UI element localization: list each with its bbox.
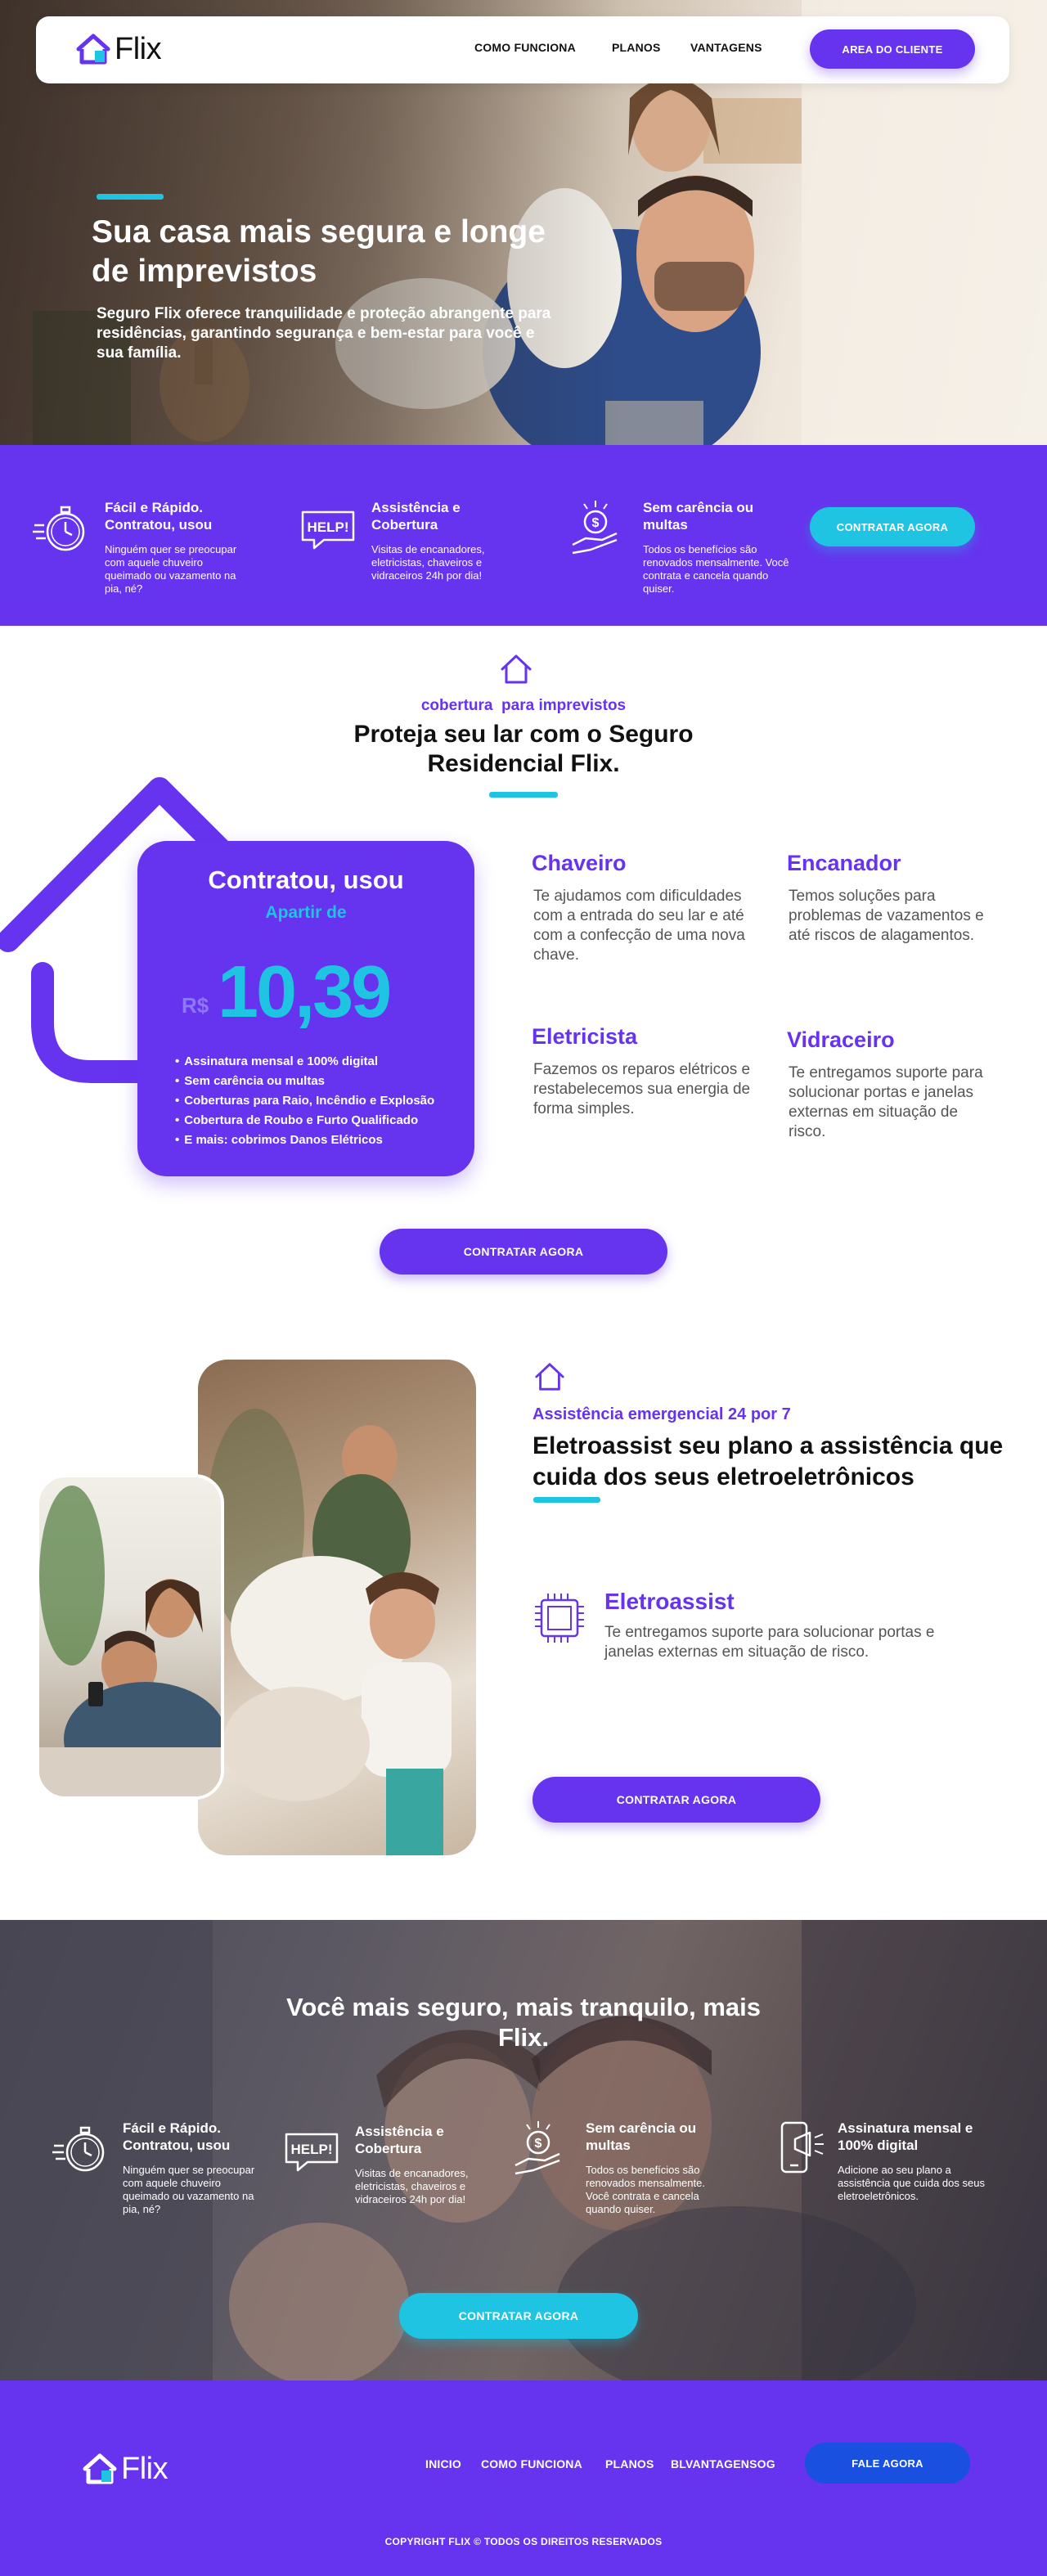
house-outline-icon	[535, 1363, 564, 1391]
footer-brand-logo[interactable]: Flix	[82, 2451, 169, 2487]
service-title-eletricista: Eletricista	[532, 1024, 638, 1049]
service-text: Temos soluções para problemas de vazamen…	[789, 888, 984, 944]
stopwatch-icon	[33, 506, 85, 551]
brand-name: Flix	[115, 31, 162, 66]
contract-now-button[interactable]: CONTRATAR AGORA	[399, 2293, 638, 2339]
coverage-eyebrow: cobertura para imprevistos	[420, 697, 627, 714]
benefit-item: E mais: cobrimos Danos Elétricos	[175, 1131, 461, 1150]
benefit-title: Sem carência ou multas	[586, 2120, 697, 2153]
client-area-button[interactable]: AREA DO CLIENTE	[810, 29, 975, 69]
contract-now-button[interactable]: CONTRATAR AGORA	[532, 1777, 820, 1823]
house-outline-icon	[501, 654, 532, 684]
price-card-subtitle: Apartir de	[265, 903, 347, 922]
benefit-title: Fácil e Rápido. Contratou, usou	[123, 2120, 231, 2153]
benefit-text: Todos os benefícios são renovados mensal…	[586, 2164, 705, 2215]
footer-link-como-funciona[interactable]: COMO FUNCIONA	[481, 2457, 582, 2470]
eletro-accent-bar	[533, 1497, 600, 1503]
eletroassist-text: Te entregamos suporte para solucionar po…	[604, 1624, 935, 1661]
footer: Flix INICIO COMO FUNCIONA PLANOS BLVANTA…	[0, 2380, 1047, 2576]
coverage-accent-bar	[489, 792, 558, 798]
money-hand-icon: $	[572, 501, 618, 555]
hero-accent-bar	[97, 194, 164, 200]
hero-description: Seguro Flix oferece tranquilidade e prot…	[97, 305, 551, 362]
footer-link-planos[interactable]: PLANOS	[605, 2457, 654, 2470]
feature-title: Sem carência ou multas	[643, 500, 754, 533]
service-text: Te entregamos suporte para solucionar po…	[789, 1064, 983, 1140]
contact-now-button[interactable]: FALE AGORA	[805, 2443, 970, 2484]
price-card-title: Contratou, usou	[208, 865, 404, 894]
feature-text: Ninguém quer se preocupar com aquele chu…	[105, 543, 237, 595]
stopwatch-icon	[52, 2126, 105, 2172]
phone-megaphone-icon	[780, 2121, 824, 2174]
help-sign-icon: HELP!	[285, 2133, 339, 2172]
benefit-title: Assistência e Cobertura	[355, 2124, 444, 2156]
nav-link-planos[interactable]: PLANOS	[612, 41, 661, 54]
svg-text:$: $	[535, 2137, 542, 2151]
service-text: Te ajudamos com dificuldades com a entra…	[533, 888, 745, 964]
eletro-eyebrow: Assistência emergencial 24 por 7	[532, 1405, 791, 1423]
contract-now-button[interactable]: CONTRATAR AGORA	[380, 1229, 667, 1275]
money-hand-icon: $	[515, 2121, 560, 2175]
svg-text:HELP!: HELP!	[308, 519, 349, 535]
service-title-chaveiro: Chaveiro	[532, 851, 627, 875]
couple-phone-photo	[36, 1474, 224, 1800]
contract-now-button[interactable]: CONTRATAR AGORA	[810, 507, 975, 546]
benefit-item: Sem carência ou multas	[175, 1072, 461, 1091]
feature-title: Fácil e Rápido. Contratou, usou	[105, 500, 213, 533]
price-benefits-list: Assinatura mensal e 100% digital Sem car…	[175, 1052, 461, 1150]
service-title-vidraceiro: Vidraceiro	[787, 1027, 895, 1052]
eletroassist-title: Eletroassist	[604, 1589, 735, 1614]
house-logo-icon	[83, 2453, 117, 2484]
svg-text:HELP!: HELP!	[291, 2142, 333, 2157]
chip-icon	[535, 1594, 584, 1643]
footer-link-vantagens[interactable]: BLVANTAGENSOG	[671, 2457, 775, 2470]
price-card: Contratou, usou Apartir de R$ 10,39 Assi…	[137, 841, 474, 1176]
top-navbar: Flix COMO FUNCIONA PLANOS VANTAGENS AREA…	[36, 16, 1009, 83]
price-value: 10,39	[218, 951, 392, 1033]
eletro-title: Eletroassist seu plano a assistência que…	[532, 1432, 1004, 1490]
benefits-title: Você mais seguro, mais tranquilo, mais F…	[285, 1993, 761, 2052]
hero-title: Sua casa mais segura e longe de imprevis…	[92, 214, 546, 289]
nav-link-como-funciona[interactable]: COMO FUNCIONA	[474, 41, 576, 54]
family-sofa-photo	[198, 1360, 476, 1855]
benefit-item: Coberturas para Raio, Incêndio e Explosã…	[175, 1091, 461, 1111]
benefit-item: Assinatura mensal e 100% digital	[175, 1052, 461, 1072]
benefit-title: Assinatura mensal e 100% digital	[838, 2120, 973, 2153]
house-logo-icon	[76, 34, 110, 65]
benefit-text: Adicione ao seu plano a assistência que …	[838, 2164, 985, 2202]
feature-text: Visitas de encanadores, eletricistas, ch…	[371, 543, 485, 582]
coverage-title: Proteja seu lar com o Seguro Residencial…	[353, 721, 694, 777]
footer-link-inicio[interactable]: INICIO	[425, 2457, 461, 2470]
hero-section: Flix COMO FUNCIONA PLANOS VANTAGENS AREA…	[0, 0, 1047, 445]
features-band: Fácil e Rápido. Contratou, usou Ninguém …	[0, 445, 1047, 626]
brand-name: Flix	[121, 2451, 169, 2486]
benefits-band: Você mais seguro, mais tranquilo, mais F…	[0, 1920, 1047, 2380]
help-sign-icon: HELP!	[301, 510, 355, 550]
nav-link-vantagens[interactable]: VANTAGENS	[690, 41, 762, 54]
copyright-text: COPYRIGHT FLIX © TODOS OS DIREITOS RESER…	[384, 2536, 663, 2547]
benefit-item: Cobertura de Roubo e Furto Qualificado	[175, 1111, 461, 1131]
feature-text: Todos os benefícios são renovados mensal…	[643, 543, 789, 595]
benefit-text: Visitas de encanadores, eletricistas, ch…	[355, 2167, 469, 2205]
feature-title: Assistência e Cobertura	[371, 500, 461, 533]
benefit-text: Ninguém quer se preocupar com aquele chu…	[123, 2164, 255, 2215]
svg-text:$: $	[592, 516, 600, 530]
service-title-encanador: Encanador	[787, 851, 901, 875]
service-text: Fazemos os reparos elétricos e restabele…	[533, 1061, 751, 1117]
price-currency: R$	[182, 993, 209, 1018]
brand-logo[interactable]: Flix	[75, 31, 162, 67]
